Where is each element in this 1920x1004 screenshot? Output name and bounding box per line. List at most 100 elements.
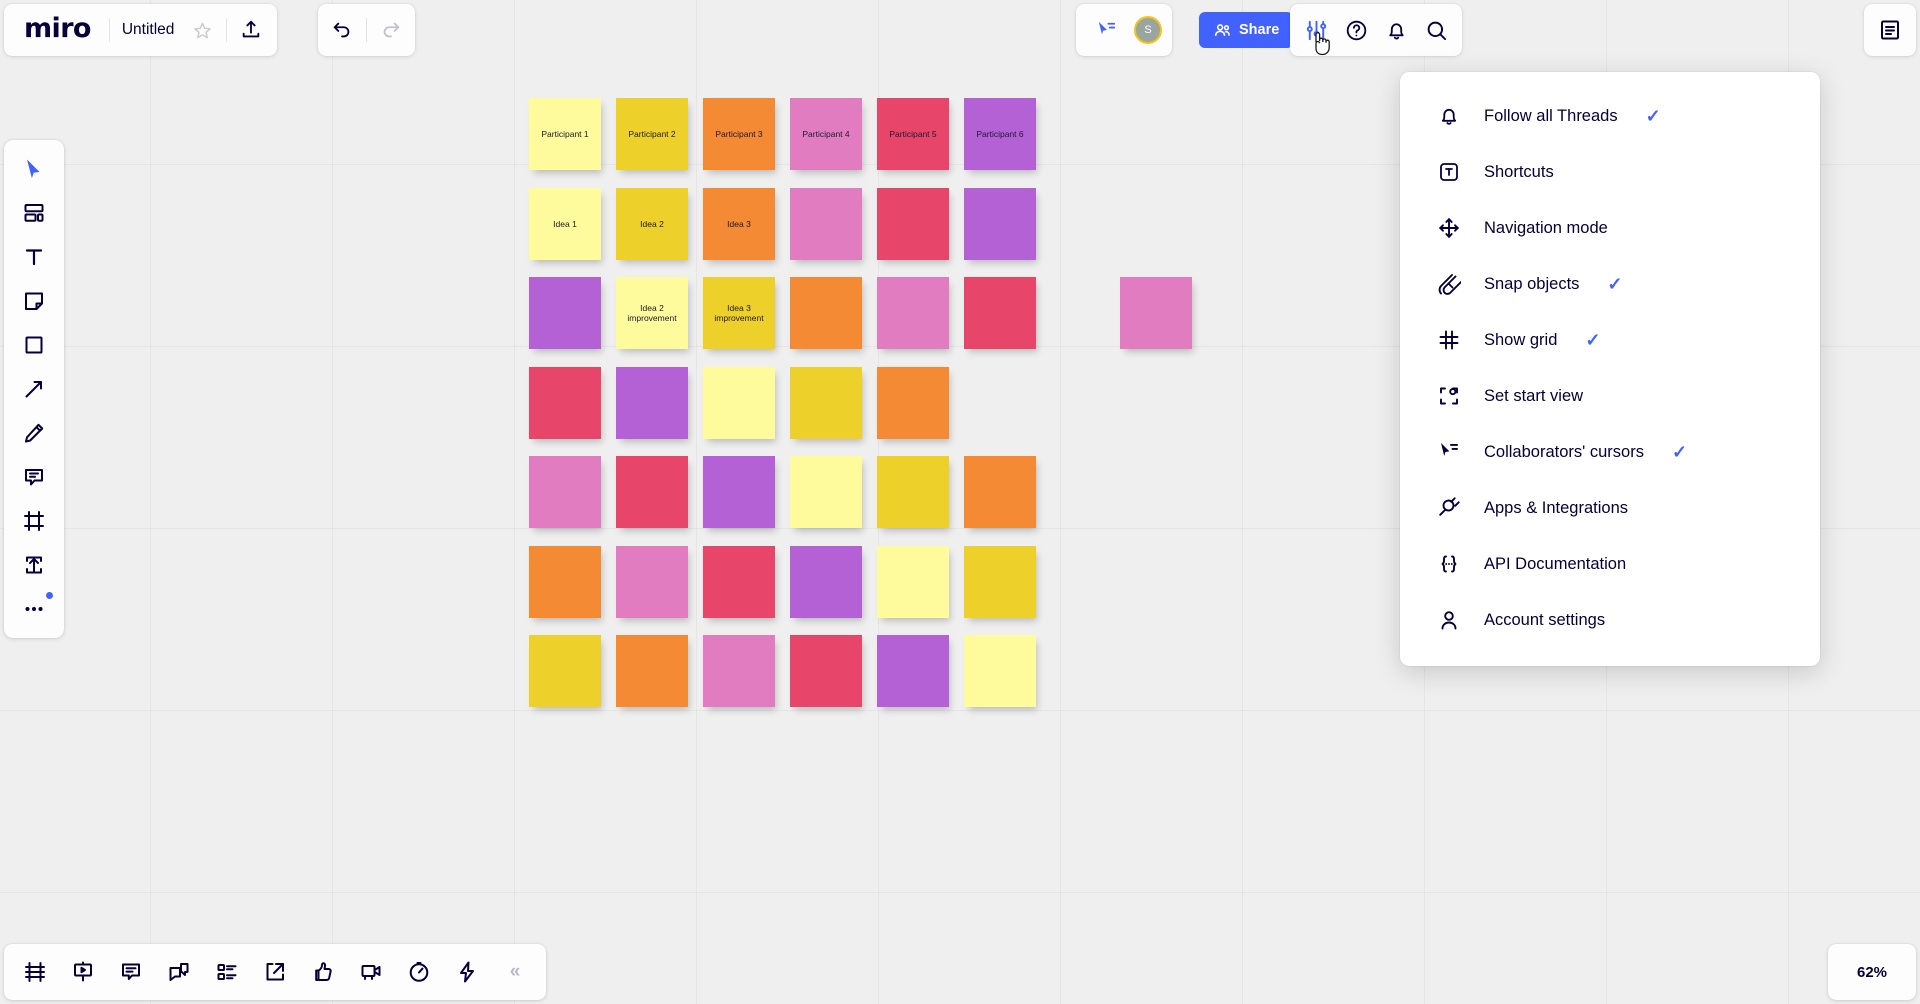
more-tools[interactable] [12, 588, 56, 630]
menu-item-snap-objects[interactable]: Snap objects ✓ [1400, 256, 1820, 312]
sticky-note-text: Participant 3 [715, 128, 763, 139]
menu-item-apps-integrations[interactable]: Apps & Integrations [1400, 480, 1820, 536]
sticky-note[interactable] [529, 546, 601, 618]
sticky-note[interactable] [616, 635, 688, 707]
select-tool[interactable] [12, 148, 56, 190]
divider [108, 18, 110, 42]
sticky-note[interactable]: Idea 1 [529, 188, 601, 260]
sticky-note-text: Idea 1 [553, 218, 577, 229]
sticky-note[interactable] [790, 635, 862, 707]
pen-tool[interactable] [12, 412, 56, 454]
quick-actions-button[interactable] [444, 950, 490, 994]
sticky-note[interactable] [703, 456, 775, 528]
sticky-note[interactable] [877, 277, 949, 349]
menu-item-label: Follow all Threads [1484, 106, 1618, 125]
sticky-note[interactable] [616, 546, 688, 618]
share-screen-button[interactable] [252, 950, 298, 994]
sticky-note[interactable] [964, 635, 1036, 707]
star-icon[interactable] [182, 10, 222, 50]
connection-line-tool[interactable] [12, 368, 56, 410]
sticky-note[interactable] [790, 546, 862, 618]
sticky-note[interactable] [790, 456, 862, 528]
frames-panel-button[interactable] [12, 950, 58, 994]
frame-tool[interactable] [12, 500, 56, 542]
chat-button[interactable] [156, 950, 202, 994]
sticky-note-text: Idea 2 [640, 218, 664, 229]
cards-button[interactable] [204, 950, 250, 994]
menu-item-show-grid[interactable]: Show grid ✓ [1400, 312, 1820, 368]
sticky-note[interactable] [529, 456, 601, 528]
comments-button[interactable] [108, 950, 154, 994]
sticky-note[interactable] [877, 367, 949, 439]
sticky-note[interactable] [529, 635, 601, 707]
sticky-note[interactable] [877, 635, 949, 707]
templates-tool[interactable] [12, 192, 56, 234]
sticky-note[interactable] [877, 188, 949, 260]
miro-logo[interactable]: miro [10, 15, 105, 46]
upload-tool[interactable] [12, 544, 56, 586]
board-title[interactable]: Untitled [114, 21, 183, 39]
menu-item-follow-all-threads[interactable]: Follow all Threads ✓ [1400, 88, 1820, 144]
sticky-note[interactable] [616, 367, 688, 439]
search-icon[interactable] [1416, 10, 1456, 50]
sticky-note-text: Participant 1 [541, 128, 589, 139]
sticky-note[interactable]: Participant 6 [964, 98, 1036, 170]
move-arrows-icon [1436, 215, 1462, 241]
sticky-note[interactable] [964, 456, 1036, 528]
redo-icon[interactable] [371, 10, 411, 50]
question-circle-icon[interactable] [1336, 10, 1376, 50]
text-tool[interactable] [12, 236, 56, 278]
sticky-note[interactable] [1120, 277, 1192, 349]
sticky-note[interactable]: Idea 2 [616, 188, 688, 260]
avatar[interactable]: S [1134, 16, 1162, 44]
sticky-note[interactable] [703, 367, 775, 439]
sticky-note[interactable]: Idea 3 [703, 188, 775, 260]
notes-panel-bar [1864, 4, 1916, 56]
sticky-note[interactable]: Idea 2 improvement [616, 277, 688, 349]
square-shape-tool[interactable] [12, 324, 56, 366]
sliders-settings-icon[interactable] [1296, 10, 1336, 50]
sticky-note[interactable] [790, 188, 862, 260]
undo-icon[interactable] [322, 10, 362, 50]
menu-item-set-start-view[interactable]: Set start view [1400, 368, 1820, 424]
menu-item-account-settings[interactable]: Account settings [1400, 592, 1820, 648]
bell-icon[interactable] [1376, 10, 1416, 50]
reactions-button[interactable] [300, 950, 346, 994]
sticky-note[interactable] [790, 367, 862, 439]
sticky-note[interactable]: Participant 3 [703, 98, 775, 170]
comment-tool[interactable] [12, 456, 56, 498]
sticky-note[interactable]: Participant 2 [616, 98, 688, 170]
menu-item-collaborators-cursors[interactable]: Collaborators' cursors ✓ [1400, 424, 1820, 480]
sticky-note[interactable] [616, 456, 688, 528]
curly-braces-icon [1436, 551, 1462, 577]
menu-item-shortcuts[interactable]: Shortcuts [1400, 144, 1820, 200]
cursor-share-icon[interactable] [1086, 10, 1126, 50]
sticky-note-tool[interactable] [12, 280, 56, 322]
menu-item-navigation-mode[interactable]: Navigation mode [1400, 200, 1820, 256]
left-creation-toolbar [4, 140, 64, 638]
sticky-note[interactable] [529, 367, 601, 439]
sticky-note[interactable] [529, 277, 601, 349]
sticky-note[interactable]: Participant 1 [529, 98, 601, 170]
sticky-note[interactable]: Idea 3 improvement [703, 277, 775, 349]
sticky-note[interactable] [964, 546, 1036, 618]
sticky-note[interactable]: Participant 5 [877, 98, 949, 170]
sticky-note[interactable] [703, 546, 775, 618]
notes-panel-icon[interactable] [1870, 10, 1910, 50]
share-button[interactable]: Share [1199, 12, 1294, 48]
upload-export-icon[interactable] [231, 10, 271, 50]
sticky-note[interactable] [877, 546, 949, 618]
presentation-button[interactable] [60, 950, 106, 994]
sticky-note[interactable] [703, 635, 775, 707]
zoom-level-badge[interactable]: 62% [1828, 944, 1916, 1000]
collapse-toolbar-button[interactable]: « [492, 950, 538, 994]
sticky-note[interactable]: Participant 4 [790, 98, 862, 170]
divider [366, 18, 367, 42]
video-chat-button[interactable] [348, 950, 394, 994]
sticky-note[interactable] [964, 277, 1036, 349]
timer-button[interactable] [396, 950, 442, 994]
sticky-note[interactable] [790, 277, 862, 349]
menu-item-api-documentation[interactable]: API Documentation [1400, 536, 1820, 592]
sticky-note[interactable] [877, 456, 949, 528]
sticky-note[interactable] [964, 188, 1036, 260]
